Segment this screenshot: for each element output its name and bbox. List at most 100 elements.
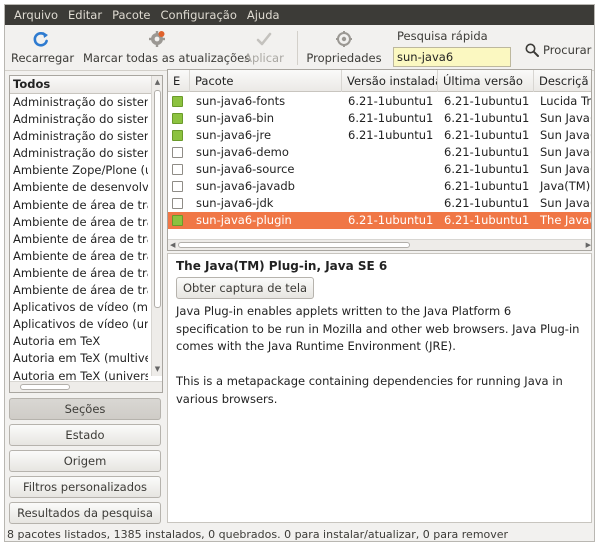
latest-version: 6.21-1ubuntu1 [444,94,530,108]
section-item[interactable]: Autoria em TeX (multiverse [10,350,148,367]
installed-checkbox[interactable] [172,113,183,124]
section-list-header[interactable]: Todos [10,76,162,94]
section-item[interactable]: Ambiente de área de traba [10,214,148,231]
search-results-button[interactable]: Resultados da pesquisa [9,502,161,524]
latest-version: 6.21-1ubuntu1 [444,213,530,227]
section-item[interactable]: Administração do sistema [10,111,148,128]
synaptic-window: Arquivo Editar Pacote Configuração Ajuda… [4,4,595,542]
installed-checkbox[interactable] [172,215,183,226]
properties-gear-icon [336,31,352,47]
section-item[interactable]: Ambiente Zope/Plone (univ [10,162,148,179]
get-screenshot-button[interactable]: Obter captura de tela [176,277,315,299]
package-row[interactable]: sun-java6-jre 6.21-1ubuntu1 6.21-1ubuntu… [168,127,591,144]
package-name: sun-java6-source [196,162,295,176]
package-description: Sun Java(T [540,111,591,125]
section-item[interactable]: Administração do sistema [10,94,148,111]
package-description: Sun Java(T [540,196,591,210]
column-description[interactable]: Descriçã [534,70,591,92]
installed-version: 6.21-1ubuntu1 [348,94,434,108]
search-icon [525,43,539,57]
status-filter-button[interactable]: Estado [9,424,161,446]
toolbar: Recarregar Marcar todas as atualizações … [5,25,594,71]
origin-filter-button[interactable]: Origem [9,450,161,472]
menu-configuracao[interactable]: Configuração [156,5,242,25]
package-row[interactable]: sun-java6-jdk 6.21-1ubuntu1 Sun Java(T [168,195,591,212]
apply-check-icon [256,32,272,46]
column-status[interactable]: E [168,70,190,92]
section-item[interactable]: Administração do sistema [10,128,148,145]
package-row[interactable]: sun-java6-fonts 6.21-1ubuntu1 6.21-1ubun… [168,93,591,110]
quick-search-input[interactable] [393,47,511,67]
package-name: sun-java6-javadb [196,179,295,193]
package-name: sun-java6-fonts [196,94,286,108]
section-item[interactable]: Administração do sistema [10,145,148,162]
section-list-vscroll-thumb[interactable] [154,90,161,308]
reload-button[interactable]: Recarregar [11,25,75,71]
package-row[interactable]: sun-java6-source 6.21-1ubuntu1 Sun Java(… [168,161,591,178]
section-item[interactable]: Aplicativos de vídeo (unive [10,316,148,333]
column-package[interactable]: Pacote [190,70,342,92]
column-latest-version[interactable]: Última versão [438,70,534,92]
latest-version: 6.21-1ubuntu1 [444,128,530,142]
section-item[interactable]: Ambiente de área de traba [10,265,148,282]
not-installed-checkbox[interactable] [172,164,183,175]
gear-update-icon [149,31,165,47]
package-name: sun-java6-plugin [196,213,292,227]
section-item[interactable]: Ambiente de área de traba [10,282,148,299]
menu-pacote[interactable]: Pacote [107,5,155,25]
installed-version [342,161,438,178]
installed-version: 6.21-1ubuntu1 [348,128,434,142]
package-row-selected[interactable]: sun-java6-plugin 6.21-1ubuntu1 6.21-1ubu… [168,212,591,229]
package-table-hscroll-thumb[interactable] [178,242,410,248]
package-details-pane: The Java(TM) Plug-in, Java SE 6 Obter ca… [167,253,592,523]
menu-ajuda[interactable]: Ajuda [242,5,285,25]
not-installed-checkbox[interactable] [172,198,183,209]
not-installed-checkbox[interactable] [172,147,183,158]
installed-checkbox[interactable] [172,130,183,141]
section-list[interactable]: Todos Administração do sistema Administr… [9,75,163,393]
menu-arquivo[interactable]: Arquivo [9,5,63,25]
mark-all-updates-button[interactable]: Marcar todas as atualizações [83,25,250,71]
apply-label: Aplicar [244,51,284,65]
scroll-left-arrow-icon[interactable]: ◀ [170,241,175,249]
section-list-hscrollbar[interactable] [10,381,162,392]
section-item[interactable]: Ambiente de desenvolvime [10,179,148,196]
package-name: sun-java6-jdk [196,196,274,210]
package-description: Java(TM) D [540,179,591,193]
package-table-header: E Pacote Versão instalada Última versão … [168,70,591,92]
not-installed-checkbox[interactable] [172,181,183,192]
reload-label: Recarregar [11,51,75,65]
properties-button[interactable]: Propriedades [305,25,383,71]
quick-search-label: Pesquisa rápida [397,29,488,43]
package-description: Sun Java(T [540,128,591,142]
latest-version: 6.21-1ubuntu1 [444,196,530,210]
latest-version: 6.21-1ubuntu1 [444,162,530,176]
toolbar-separator [297,31,298,65]
section-item[interactable]: Aplicativos de vídeo (multi [10,299,148,316]
section-list-hscroll-thumb[interactable] [20,384,70,390]
scroll-right-arrow-icon[interactable]: ▶ [586,241,591,249]
installed-version [342,178,438,195]
section-item[interactable]: Ambiente de área de traba [10,231,148,248]
package-name: sun-java6-demo [196,145,289,159]
package-table-hscrollbar[interactable]: ◀ ▶ [168,239,591,250]
scroll-up-arrow-icon[interactable]: ▲ [153,78,162,87]
custom-filters-button[interactable]: Filtros personalizados [9,476,161,498]
status-bar: 8 pacotes listados, 1385 instalados, 0 q… [7,528,509,541]
menu-editar[interactable]: Editar [63,5,107,25]
package-name: sun-java6-jre [196,128,272,142]
package-row[interactable]: sun-java6-javadb 6.21-1ubuntu1 Java(TM) … [168,178,591,195]
search-button[interactable]: Procurar [525,39,591,61]
section-list-vscrollbar[interactable]: ▲ ▼ [151,76,162,376]
scroll-down-arrow-icon[interactable]: ▼ [153,365,162,374]
section-item[interactable]: Autoria em TeX [10,333,148,350]
column-installed-version[interactable]: Versão instalada [342,70,438,92]
sections-filter-button[interactable]: Seções [9,398,161,420]
package-row[interactable]: sun-java6-bin 6.21-1ubuntu1 6.21-1ubuntu… [168,110,591,127]
package-row[interactable]: sun-java6-demo 6.21-1ubuntu1 Sun Java(T [168,144,591,161]
apply-button[interactable]: Aplicar [241,25,287,71]
package-table[interactable]: E Pacote Versão instalada Última versão … [167,69,592,251]
section-item[interactable]: Ambiente de área de traba [10,248,148,265]
section-item[interactable]: Ambiente de área de traba [10,197,148,214]
installed-checkbox[interactable] [172,96,183,107]
